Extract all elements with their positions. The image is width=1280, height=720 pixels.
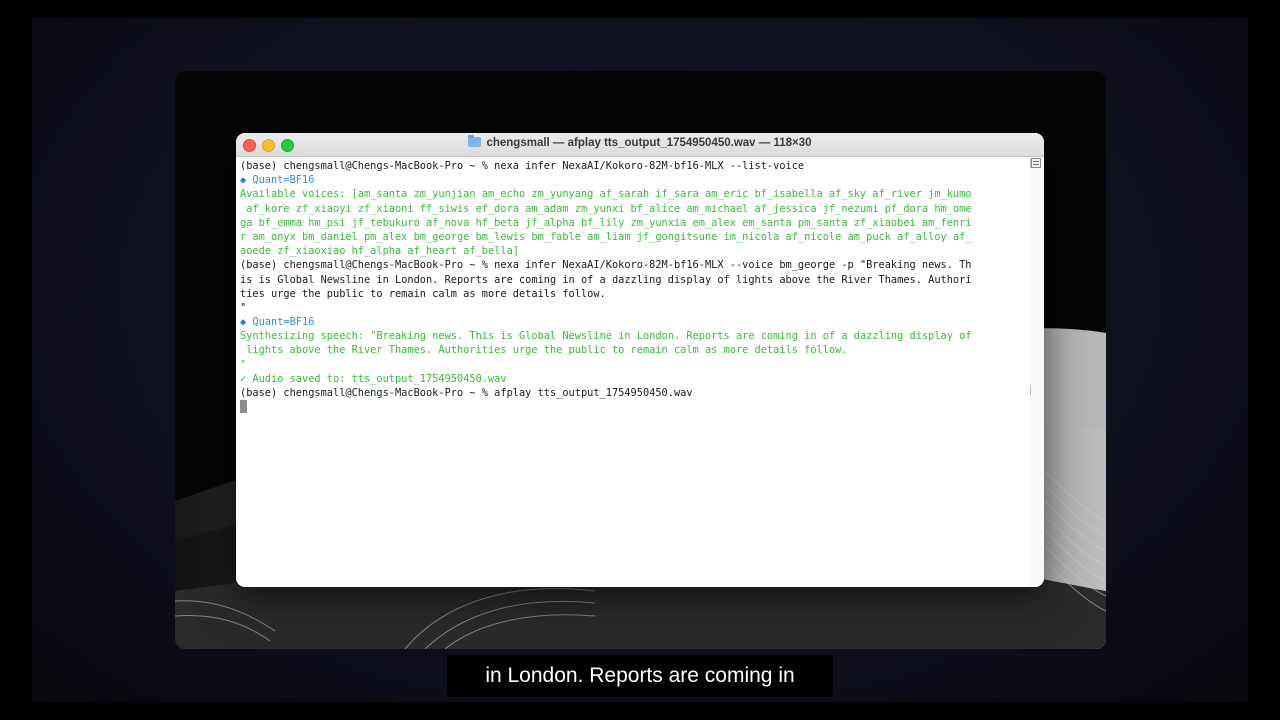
terminal-line: is is Global Newsline in London. Reports… bbox=[240, 273, 1030, 287]
subtitle-caption: in London. Reports are coming in bbox=[447, 655, 833, 697]
terminal-line-text: " bbox=[240, 301, 247, 314]
terminal-line: " bbox=[240, 358, 1030, 372]
terminal-line-text: Quant=BF16 bbox=[246, 174, 315, 187]
terminal-line-text: ties urge the public to remain calm as m… bbox=[240, 287, 606, 300]
terminal-line-text: " bbox=[240, 358, 247, 371]
terminal-line-text: ✓ Audio saved to: tts_output_1754950450.… bbox=[240, 372, 507, 385]
terminal-line-text: Available voices: [am_santa zm_yunjian a… bbox=[240, 188, 972, 201]
terminal-line-text: (base) chengsmall@Chengs-MacBook-Pro ~ %… bbox=[240, 160, 805, 172]
terminal-line: (base) chengsmall@Chengs-MacBook-Pro ~ %… bbox=[240, 258, 1030, 272]
scroll-marker bbox=[1030, 386, 1031, 395]
terminal-line-text: is is Global Newsline in London. Reports… bbox=[240, 273, 972, 286]
terminal-line-text: Quant=BF16 bbox=[246, 316, 315, 329]
terminal-line: af_kore zf_xiaoyi zf_xiaoni ff_siwis ef_… bbox=[240, 202, 1030, 216]
window-title: chengsmall — afplay tts_output_175495045… bbox=[236, 135, 1044, 149]
terminal-line-text: af_kore zf_xiaoyi zf_xiaoni ff_siwis ef_… bbox=[240, 202, 972, 215]
text-cursor bbox=[240, 400, 247, 414]
terminal-line: ◆ Quant=BF16 bbox=[240, 173, 1030, 187]
terminal-line-text: aoede zf_xiaoxiao hf_alpha af_heart af_b… bbox=[240, 245, 519, 258]
scroll-marker bbox=[1030, 159, 1031, 168]
terminal-line: ◆ Quant=BF16 bbox=[240, 315, 1030, 329]
terminal-line: aoede zf_xiaoxiao hf_alpha af_heart af_b… bbox=[240, 244, 1030, 258]
terminal-line-text: Synthesizing speech: "Breaking news. Thi… bbox=[240, 330, 972, 343]
terminal-window[interactable]: chengsmall — afplay tts_output_175495045… bbox=[236, 133, 1044, 587]
title-bar[interactable]: chengsmall — afplay tts_output_175495045… bbox=[236, 133, 1044, 157]
terminal-line-text: (base) chengsmall@Chengs-MacBook-Pro ~ %… bbox=[240, 387, 693, 399]
terminal-line: lights above the River Thames. Authoriti… bbox=[240, 343, 1030, 357]
terminal-line: Available voices: [am_santa zm_yunjian a… bbox=[240, 187, 1030, 201]
terminal-line: ties urge the public to remain calm as m… bbox=[240, 287, 1030, 301]
terminal-output[interactable]: (base) chengsmall@Chengs-MacBook-Pro ~ %… bbox=[236, 157, 1030, 587]
terminal-line: r am_onyx bm_daniel pm_alex bm_george bm… bbox=[240, 230, 1030, 244]
terminal-line: ✓ Audio saved to: tts_output_1754950450.… bbox=[240, 372, 1030, 386]
terminal-line: " bbox=[240, 301, 1030, 315]
terminal-line-text: r am_onyx bm_daniel pm_alex bm_george bm… bbox=[240, 230, 972, 243]
scrollbar[interactable] bbox=[1030, 157, 1044, 587]
terminal-line: Synthesizing speech: "Breaking news. Thi… bbox=[240, 329, 1030, 343]
terminal-line: (base) chengsmall@Chengs-MacBook-Pro ~ %… bbox=[240, 386, 1030, 400]
prompt-line bbox=[240, 400, 1030, 414]
terminal-line-text: ga bf_emma hm_psi jf_tebukuro af_nova hf… bbox=[240, 216, 972, 229]
terminal-line-text: lights above the River Thames. Authoriti… bbox=[240, 344, 848, 357]
split-pane-icon[interactable] bbox=[1031, 158, 1041, 168]
terminal-line-text: (base) chengsmall@Chengs-MacBook-Pro ~ %… bbox=[240, 259, 972, 272]
window-title-text: chengsmall — afplay tts_output_175495045… bbox=[486, 137, 812, 149]
terminal-line: ga bf_emma hm_psi jf_tebukuro af_nova hf… bbox=[240, 216, 1030, 230]
terminal-line: (base) chengsmall@Chengs-MacBook-Pro ~ %… bbox=[240, 159, 1030, 173]
folder-icon bbox=[468, 135, 482, 147]
